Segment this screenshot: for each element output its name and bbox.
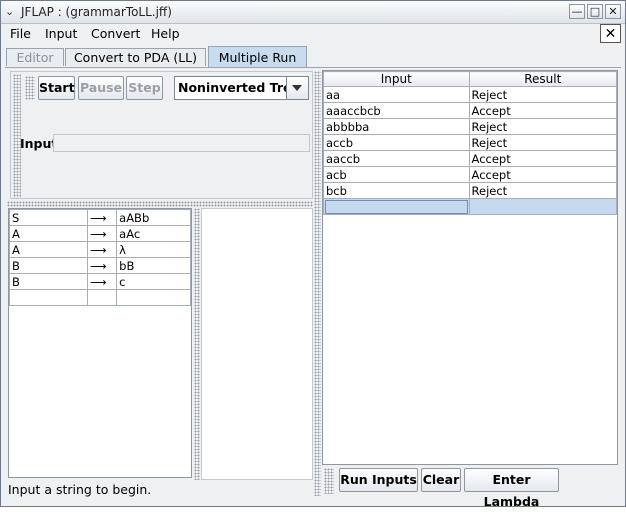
results-panel: Input Result aa Reject aaaccbcb Accept abbbb… [322,70,618,465]
title-bar: ⌄ JFLAP : (grammarToLL.jff) — □ ✕ [1,1,625,24]
production-arrow: ⟶ [87,273,118,290]
input-cell[interactable]: abbbba [323,118,470,135]
result-row[interactable]: bcb Reject [323,182,618,199]
column-header-input[interactable]: Input [323,71,470,87]
input-field[interactable] [53,134,310,152]
minimize-icon[interactable]: — [569,4,585,19]
production-lhs[interactable]: B [8,257,89,274]
grammar-row[interactable]: B ⟶ c [8,273,191,290]
close-tab-icon[interactable]: ✕ [600,24,621,43]
status-bar: Input a string to begin. [8,482,152,497]
result-row[interactable]: acb Accept [323,166,618,183]
production-arrow: ⟶ [87,209,118,226]
menu-input[interactable]: Input [45,26,77,41]
menu-convert[interactable]: Convert [91,26,140,41]
input-cell[interactable]: aaccb [323,150,470,167]
view-mode-value: Noninverted Tree [178,80,300,95]
results-table: Input Result aa Reject aaaccbcb Accept abbbb… [323,71,618,215]
grammar-table: S ⟶ aABb A ⟶ aAc A ⟶ λ B ⟶ bB B ⟶ c [8,209,191,306]
new-input-row[interactable] [323,198,618,215]
production-lhs[interactable]: B [8,273,89,290]
window-title: JFLAP : (grammarToLL.jff) [21,5,172,19]
window-menu-icon[interactable]: ⌄ [5,6,16,17]
production-lhs[interactable]: S [8,209,89,226]
production-lhs[interactable]: A [8,241,89,258]
result-cell: Reject [468,134,618,151]
derivation-pane [201,208,313,480]
result-row[interactable]: aa Reject [323,86,618,103]
production-arrow: ⟶ [87,225,118,242]
enter-lambda-button[interactable]: Enter Lambda [464,468,559,509]
view-mode-select[interactable]: Noninverted Tree [174,76,309,100]
new-result-cell [468,198,618,215]
start-button[interactable]: Start [38,76,75,100]
input-cell[interactable]: bcb [323,182,470,199]
run-inputs-button[interactable]: Run Inputs [339,468,418,492]
result-cell: Accept [468,102,618,119]
step-button[interactable]: Step [126,76,163,100]
production-rhs[interactable]: λ [116,241,191,258]
production-arrow: ⟶ [87,257,118,274]
menu-help[interactable]: Help [151,26,180,41]
bottom-toolbar-grip[interactable] [324,468,334,494]
result-cell: Reject [468,182,618,199]
main-splitter[interactable] [314,71,321,496]
production-arrow: ⟶ [87,241,118,258]
production-lhs[interactable]: A [8,225,89,242]
new-input-cell[interactable] [323,198,470,215]
grammar-row[interactable]: B ⟶ bB [8,257,191,274]
menu-file[interactable]: File [10,26,31,41]
input-cell[interactable]: aa [323,86,470,103]
result-cell: Reject [468,86,618,103]
maximize-icon[interactable]: □ [587,4,603,19]
column-header-result[interactable]: Result [468,71,618,87]
vertical-splitter[interactable] [194,208,200,480]
tab-bar: Editor Convert to PDA (LL) Multiple Run [1,46,625,68]
production-rhs[interactable]: bB [116,257,191,274]
menu-bar: File Input Convert Help [1,24,625,44]
production-rhs[interactable]: aAc [116,225,191,242]
input-cell[interactable]: acb [323,166,470,183]
empty-cell[interactable] [116,289,191,306]
production-rhs[interactable]: c [116,273,191,290]
tab-editor[interactable]: Editor [6,48,64,66]
result-row[interactable]: abbbba Reject [323,118,618,135]
grammar-row[interactable]: A ⟶ λ [8,241,191,258]
tab-convert-to-pda[interactable]: Convert to PDA (LL) [65,48,206,66]
tab-divider [5,67,621,68]
grammar-row[interactable]: S ⟶ aABb [8,209,191,226]
result-cell: Accept [468,150,618,167]
empty-cell[interactable] [87,289,118,306]
toolbar-handle[interactable] [25,76,35,100]
result-row[interactable]: accb Reject [323,134,618,151]
pause-button[interactable]: Pause [78,76,124,100]
input-label: Input [20,136,58,151]
production-rhs[interactable]: aABb [116,209,191,226]
grammar-empty-row[interactable] [8,289,191,306]
app-window: ⌄ JFLAP : (grammarToLL.jff) — □ ✕ File I… [0,0,626,509]
clear-button[interactable]: Clear [421,468,461,492]
grammar-panel: S ⟶ aABb A ⟶ aAc A ⟶ λ B ⟶ bB B ⟶ c [8,208,192,478]
horizontal-splitter[interactable] [7,201,313,207]
close-window-icon[interactable]: ✕ [605,4,621,19]
input-cell[interactable]: accb [323,134,470,151]
result-row[interactable]: aaccb Accept [323,150,618,167]
result-cell: Accept [468,166,618,183]
result-cell: Reject [468,118,618,135]
result-row[interactable]: aaaccbcb Accept [323,102,618,119]
chevron-down-icon[interactable] [286,77,308,99]
empty-cell[interactable] [8,289,89,306]
simulator-panel: Start Pause Step Noninverted Tree Input [10,71,313,199]
tab-multiple-run[interactable]: Multiple Run [208,46,307,67]
grammar-row[interactable]: A ⟶ aAc [8,225,191,242]
input-cell[interactable]: aaaccbcb [323,102,470,119]
